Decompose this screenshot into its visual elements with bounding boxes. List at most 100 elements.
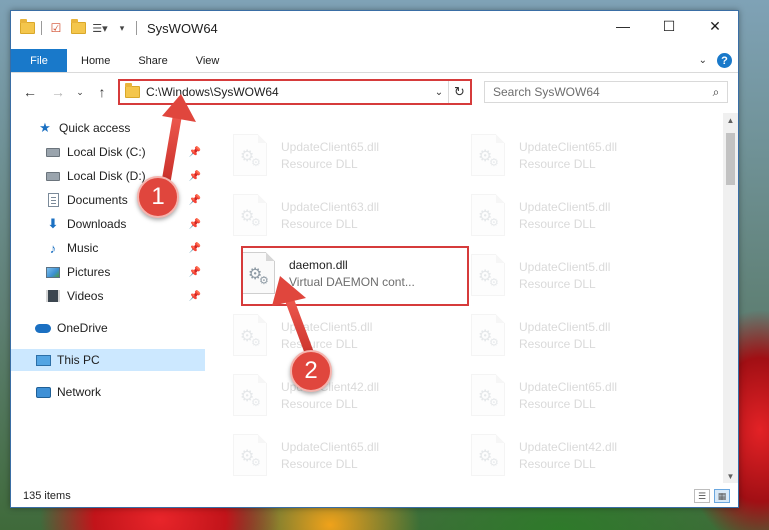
sidebar-item-label: OneDrive <box>57 321 108 335</box>
quick-access-toolbar: ☑ ☰▾ ▾ <box>11 11 137 45</box>
properties-icon[interactable]: ☑ <box>48 20 64 36</box>
search-input[interactable] <box>493 85 705 99</box>
file-type: Resource DLL <box>519 396 596 411</box>
sidebar-item-label: Pictures <box>67 265 111 279</box>
pin-icon[interactable]: 📌 <box>189 267 201 278</box>
computer-icon <box>35 352 51 368</box>
file-tile[interactable]: ⚙ ⚙ UpdateClient5.dll Resource DLL <box>447 307 675 363</box>
sidebar-item-label: Videos <box>67 289 104 303</box>
toolbar-divider <box>136 21 137 35</box>
step-2-callout: 2 <box>290 350 332 392</box>
file-name: UpdateClient5.dll <box>519 259 611 274</box>
sidebar-item-onedrive[interactable]: OneDrive <box>11 317 205 339</box>
file-tile[interactable]: ⚙ ⚙ UpdateClient65.dll Resource DLL <box>447 367 675 423</box>
file-tile[interactable]: ⚙ ⚙ UpdateClient65.dll Resource DLL <box>209 127 437 183</box>
tab-view[interactable]: View <box>182 49 234 72</box>
pin-icon[interactable]: 📌 <box>189 243 201 254</box>
pin-icon[interactable]: 📌 <box>189 147 201 158</box>
pin-icon[interactable]: 📌 <box>189 171 201 182</box>
search-box[interactable]: ⌕ <box>484 81 728 103</box>
file-name: UpdateClient63.dll <box>281 199 380 214</box>
file-tile[interactable]: ⚙ ⚙ UpdateClient5.dll Resource DLL <box>447 247 675 303</box>
search-icon[interactable]: ⌕ <box>705 85 727 100</box>
sidebar-item-downloads[interactable]: ⬇ Downloads 📌 <box>11 213 205 235</box>
file-type: Resource DLL <box>519 456 596 471</box>
view-switcher: ☰ ▦ <box>694 489 730 503</box>
status-bar: 135 items ☰ ▦ <box>11 485 738 507</box>
dll-file-icon: ⚙ ⚙ <box>471 194 505 236</box>
file-name: UpdateClient65.dll <box>281 439 380 454</box>
tab-home[interactable]: Home <box>67 49 124 72</box>
address-path[interactable]: C:\Windows\SysWOW64 <box>146 85 279 99</box>
sidebar-item-local-disk-d[interactable]: Local Disk (D:) 📌 <box>11 165 205 187</box>
sidebar-item-label: Local Disk (C:) <box>67 145 146 159</box>
disk-icon <box>45 168 61 184</box>
disk-icon <box>45 144 61 160</box>
tab-share[interactable]: Share <box>124 49 181 72</box>
recent-locations-chevron-icon[interactable]: ⌄ <box>69 81 91 103</box>
new-folder-icon[interactable] <box>70 19 86 36</box>
sidebar-item-quick-access[interactable]: ★ Quick access <box>11 117 205 139</box>
maximize-button[interactable]: ☐ <box>646 11 692 41</box>
scroll-up-arrow-icon[interactable]: ▲ <box>723 113 738 127</box>
toolbar-divider <box>41 21 42 35</box>
file-name: UpdateClient5.dll <box>281 319 373 334</box>
sidebar-item-pictures[interactable]: Pictures 📌 <box>11 261 205 283</box>
customize-toolbar-icon[interactable]: ☰▾ <box>92 20 108 36</box>
up-arrow-icon[interactable]: ↑ <box>91 81 113 103</box>
minimize-button[interactable]: — <box>600 11 646 41</box>
pin-icon[interactable]: 📌 <box>189 291 201 302</box>
download-icon: ⬇ <box>47 216 59 231</box>
toolbar-dropdown-icon[interactable]: ▾ <box>114 20 130 36</box>
sidebar-item-network[interactable]: Network <box>11 381 205 403</box>
file-type: Virtual DAEMON cont... <box>289 274 415 289</box>
tab-file[interactable]: File <box>11 49 67 72</box>
back-arrow-icon[interactable]: ← <box>19 81 41 103</box>
file-list-pane: ⚙ ⚙ UpdateClient65.dll Resource DLL ⚙ ⚙ Upd… <box>209 113 721 483</box>
file-name: UpdateClient65.dll <box>281 139 380 154</box>
file-type: Resource DLL <box>519 336 596 351</box>
network-icon <box>35 384 51 400</box>
sidebar-item-this-pc[interactable]: This PC <box>11 349 205 371</box>
expand-ribbon-chevron-icon[interactable]: ⌄ <box>699 55 707 66</box>
close-button[interactable]: ✕ <box>692 11 738 41</box>
navigation-pane: ★ Quick access Local Disk (C:) 📌 Local D… <box>11 113 205 483</box>
item-count: 135 items <box>23 490 71 502</box>
title-bar: ☑ ☰▾ ▾ SysWOW64 — ☐ ✕ <box>11 11 738 45</box>
dll-file-icon: ⚙ ⚙ <box>233 434 267 476</box>
file-tile[interactable]: ⚙ ⚙ UpdateClient5.dll Resource DLL <box>447 187 675 243</box>
pin-icon[interactable]: 📌 <box>189 219 201 230</box>
address-bar[interactable]: C:\Windows\SysWOW64 ⌄ ↻ <box>118 79 472 105</box>
scroll-down-arrow-icon[interactable]: ▼ <box>723 469 738 483</box>
scrollbar-thumb[interactable] <box>726 133 735 185</box>
large-icons-view-icon[interactable]: ▦ <box>714 489 730 503</box>
file-tile[interactable]: ⚙ ⚙ UpdateClient63.dll Resource DLL <box>209 187 437 243</box>
file-tile-daemon-dll[interactable]: ⚙ ⚙ daemon.dll Virtual DAEMON cont... <box>217 245 445 301</box>
file-tile[interactable]: ⚙ ⚙ UpdateClient65.dll Resource DLL <box>447 127 675 183</box>
file-name: UpdateClient42.dll <box>519 439 618 454</box>
vertical-scrollbar[interactable]: ▲ ▼ <box>723 113 738 483</box>
sidebar-item-label: Network <box>57 385 102 399</box>
music-icon: ♪ <box>49 240 57 256</box>
file-type: Resource DLL <box>281 396 358 411</box>
help-icon[interactable]: ? <box>717 53 732 68</box>
sidebar-item-local-disk-c[interactable]: Local Disk (C:) 📌 <box>11 141 205 163</box>
file-name: UpdateClient5.dll <box>519 319 611 334</box>
dll-file-icon: ⚙ ⚙ <box>471 314 505 356</box>
details-view-icon[interactable]: ☰ <box>694 489 710 503</box>
sidebar-item-label: Music <box>67 241 99 255</box>
sidebar-item-videos[interactable]: Videos 📌 <box>11 285 205 307</box>
address-dropdown-chevron-icon[interactable]: ⌄ <box>430 87 448 98</box>
dll-file-icon: ⚙ ⚙ <box>471 374 505 416</box>
file-tile[interactable]: ⚙ ⚙ UpdateClient42.dll Resource DLL <box>447 427 675 483</box>
pictures-icon <box>45 264 61 280</box>
dll-file-icon: ⚙ ⚙ <box>471 134 505 176</box>
star-icon: ★ <box>39 120 51 135</box>
file-tile[interactable]: ⚙ ⚙ UpdateClient65.dll Resource DLL <box>209 427 437 483</box>
pin-icon[interactable]: 📌 <box>189 195 201 206</box>
forward-arrow-icon[interactable]: → <box>47 81 69 103</box>
sidebar-item-label: Downloads <box>67 217 127 231</box>
sidebar-item-music[interactable]: ♪ Music 📌 <box>11 237 205 259</box>
dll-file-icon: ⚙ ⚙ <box>241 252 275 294</box>
refresh-icon[interactable]: ↻ <box>448 81 470 103</box>
